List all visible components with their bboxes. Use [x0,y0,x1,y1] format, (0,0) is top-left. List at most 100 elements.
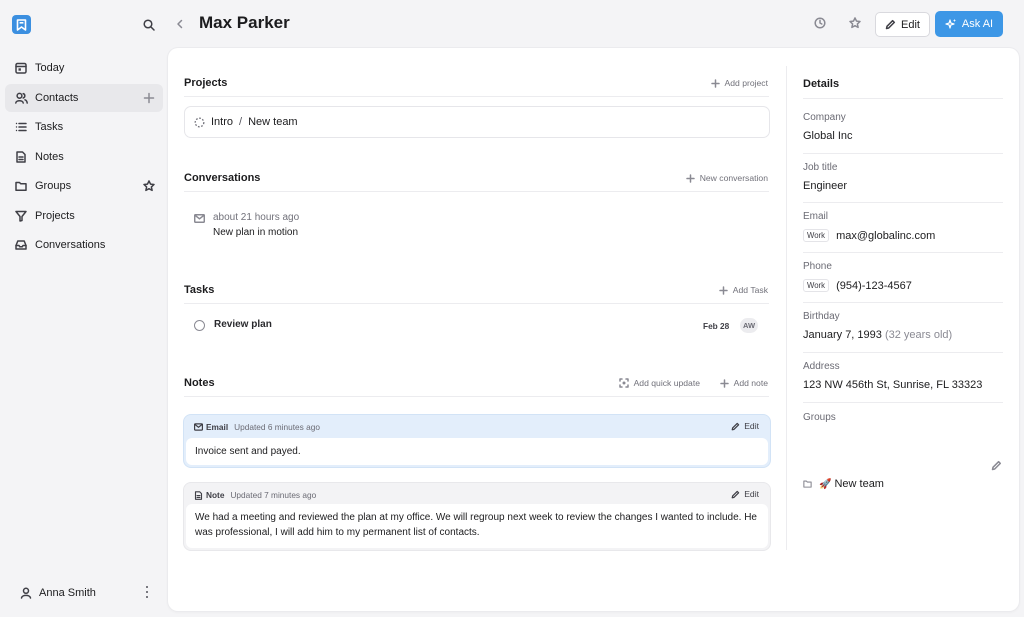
detail-birthday[interactable]: Birthday January 7, 1993 (32 years old) [803,311,1003,353]
notes-section-header: Notes Add quick update Add note [184,377,769,397]
sidebar-item-conversations[interactable]: Conversations [5,231,163,259]
detail-label: Birthday [803,311,840,322]
note-kind: Email [206,422,229,432]
edit-note-button[interactable]: Edit [731,489,759,499]
task-due-date[interactable]: Feb 28 [703,321,729,331]
project-item[interactable]: Intro / New team [184,106,770,138]
birthday-age: (32 years old) [884,329,953,341]
plus-icon [710,78,720,88]
folder-icon [15,180,28,193]
detail-company[interactable]: Company Global Inc [803,112,1003,154]
birthday-value: January 7, 1993 [803,329,882,341]
task-title[interactable]: Review plan [214,319,272,330]
sidebar-item-label: Tasks [35,121,64,133]
edit-note-label: Edit [744,421,759,431]
tasks-title: Tasks [184,284,215,296]
group-item[interactable]: 🚀 New team [803,478,884,490]
edit-contact-button[interactable]: Edit [875,12,930,37]
detail-job-title[interactable]: Job title Engineer [803,162,1003,203]
users-icon [15,91,28,104]
add-project-label: Add project [724,78,768,88]
more-options-button[interactable] [144,585,150,599]
detail-value: January 7, 1993 (32 years old) [803,329,952,341]
conversations-section-header: Conversations New conversation [184,172,769,192]
sidebar-item-groups[interactable]: Groups [5,172,163,200]
contact-panel: Projects Add project Intro / New team Co… [168,48,1019,611]
folder-icon [803,480,812,488]
sidebar-item-today[interactable]: Today [5,54,163,82]
ask-ai-label: Ask AI [961,18,994,30]
note-updated: Updated 6 minutes ago [234,422,320,432]
app-logo[interactable] [12,15,31,34]
back-button[interactable] [174,18,186,30]
page-title: Max Parker [199,13,290,32]
sparkles-icon [945,18,957,29]
detail-phone[interactable]: Phone Work (954)-123-4567 [803,261,1003,303]
plus-icon [719,378,729,388]
projects-title: Projects [184,77,228,89]
details-title: Details [803,78,1003,99]
note-meta: Email Updated 6 minutes ago [194,422,320,432]
note-meta: Note Updated 7 minutes ago [194,490,316,500]
edit-groups-button[interactable] [991,460,1002,471]
projects-section-header: Projects Add project [184,77,769,97]
detail-groups: Groups [803,412,1003,426]
conversations-title: Conversations [184,172,261,184]
add-task-label: Add Task [732,285,768,295]
sidebar-item-notes[interactable]: Notes [5,143,163,171]
note-card-email[interactable]: Email Updated 6 minutes ago Edit Invoice… [184,415,770,467]
mail-icon [194,422,203,432]
conversation-item[interactable]: about 21 hours ago New plan in motion [194,211,694,241]
plus-icon [719,285,728,295]
conversation-time: about 21 hours ago [213,212,300,223]
detail-label: Company [803,112,846,123]
task-item: Review plan Feb 28 AW [194,318,760,336]
edit-note-label: Edit [744,489,759,499]
star-icon[interactable] [143,180,155,192]
detail-address[interactable]: Address 123 NW 456th St, Sunrise, FL 333… [803,361,1003,403]
sidebar-item-projects[interactable]: Projects [5,202,163,230]
project-name: New team [248,116,298,128]
detail-label: Groups [803,412,836,423]
pencil-icon [991,460,1002,471]
task-checkbox[interactable] [194,320,205,331]
note-card-note[interactable]: Note Updated 7 minutes ago Edit We had a… [184,483,770,550]
phone-value[interactable]: (954)-123-4567 [836,280,912,292]
sidebar-item-label: Contacts [35,91,79,104]
favorite-button[interactable] [849,17,862,30]
task-assignee-avatar[interactable]: AW [740,318,758,333]
history-button[interactable] [814,17,827,30]
sidebar-item-tasks[interactable]: Tasks [5,113,163,141]
user-menu[interactable]: Anna Smith [20,584,160,602]
plus-icon[interactable] [143,92,155,104]
sidebar-item-label: Notes [35,150,64,163]
user-icon [20,587,33,600]
sidebar-item-contacts[interactable]: Contacts [5,83,163,112]
detail-email[interactable]: Email Work max@globalinc.com [803,211,1003,253]
sidebar: Today Contacts Tasks Notes Groups Projec… [0,0,168,617]
new-conversation-button[interactable]: New conversation [685,173,768,183]
add-note-button[interactable]: Add note [719,378,768,388]
focus-icon [618,378,629,388]
sidebar-nav: Today Contacts Tasks Notes Groups Projec… [5,54,163,261]
search-button[interactable] [141,17,157,33]
pencil-icon [731,422,740,430]
pencil-icon [731,490,740,498]
project-separator: / [239,116,243,128]
email-value[interactable]: max@globalinc.com [836,230,935,242]
conversation-title: New plan in motion [213,227,299,238]
edit-note-button[interactable]: Edit [731,421,759,431]
add-task-button[interactable]: Add Task [719,285,768,295]
sidebar-item-label: Projects [35,209,75,222]
inbox-icon [15,239,28,252]
add-project-button[interactable]: Add project [710,78,768,88]
add-quick-update-button[interactable]: Add quick update [618,378,700,388]
detail-label: Phone [803,261,832,272]
ask-ai-button[interactable]: Ask AI [935,11,1003,37]
note-body: Invoice sent and payed. [186,438,768,465]
chevron-left-icon [177,19,183,29]
edit-label: Edit [901,18,920,31]
phone-type-tag: Work [803,279,830,292]
plus-icon [685,173,695,183]
mail-icon [194,214,205,223]
